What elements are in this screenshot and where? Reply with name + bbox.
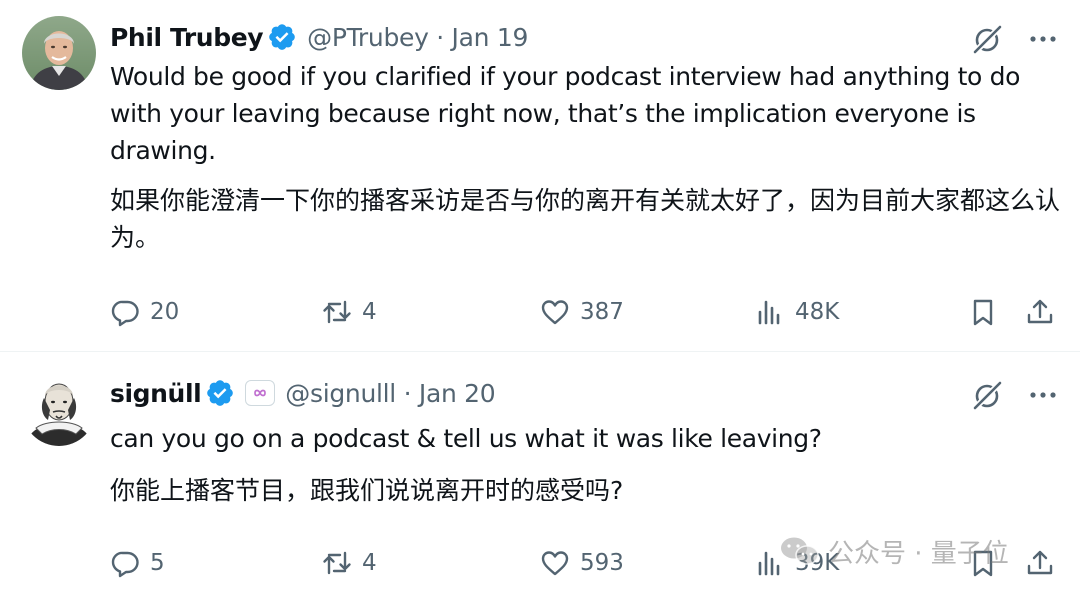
bookmark-button[interactable]	[968, 292, 998, 332]
author-handle[interactable]: @signulll · Jan 20	[285, 379, 495, 408]
retweet-icon	[323, 551, 351, 575]
reply-count: 5	[150, 550, 165, 576]
tweet-text-translation: 如果你能澄清一下你的播客采访是否与你的离开有关就太好了，因为目前大家都这么认为。	[110, 186, 1061, 252]
tweet-top-actions	[970, 22, 1058, 56]
tweet-actions: 20 4 387 48K	[110, 292, 1060, 332]
reply-button[interactable]: 5	[110, 543, 165, 583]
retweet-count: 4	[362, 550, 377, 576]
heart-icon	[541, 551, 569, 576]
tweet-header: Phil Trubey @PTrubey · Jan 19	[110, 20, 528, 54]
avatar[interactable]	[22, 16, 96, 90]
heart-icon	[541, 300, 569, 325]
tweet-header: signüll @signulll · Jan 20	[110, 376, 496, 410]
grok-icon[interactable]	[970, 378, 1004, 412]
share-icon	[1027, 550, 1053, 575]
tweet-text: Would be good if you clarified if your p…	[110, 62, 1021, 165]
tweet[interactable]: Phil Trubey @PTrubey · Jan 19 Would be g…	[0, 0, 1080, 352]
more-options-icon[interactable]	[1028, 380, 1058, 410]
reply-button[interactable]: 20	[110, 292, 179, 332]
bookmark-icon	[973, 299, 993, 326]
author-handle[interactable]: @PTrubey · Jan 19	[307, 23, 528, 52]
avatar[interactable]	[22, 372, 96, 446]
like-count: 387	[580, 299, 624, 325]
affiliation-badge-icon[interactable]	[245, 380, 276, 406]
like-button[interactable]: 387	[540, 292, 624, 332]
reply-icon	[111, 300, 139, 327]
share-button[interactable]	[1025, 543, 1055, 583]
watermark: 公众号 · 量子位	[778, 528, 1009, 574]
verified-badge-icon[interactable]	[267, 22, 297, 52]
tweet-text: can you go on a podcast & tell us what i…	[110, 424, 822, 453]
retweet-count: 4	[362, 299, 377, 325]
reply-count: 20	[150, 299, 180, 325]
tweet-date[interactable]: · Jan 20	[404, 379, 496, 408]
wechat-icon	[781, 537, 819, 565]
views-count: 48K	[795, 299, 840, 325]
reply-icon	[111, 551, 139, 578]
author-name[interactable]: Phil Trubey	[110, 23, 264, 52]
author-name[interactable]: signüll	[110, 379, 202, 408]
retweet-button[interactable]: 4	[322, 292, 377, 332]
verified-badge-icon[interactable]	[205, 378, 235, 408]
views-chart-icon	[758, 300, 780, 325]
watermark-text: 公众号 · 量子位	[828, 538, 1009, 569]
views-button[interactable]: 48K	[755, 292, 839, 332]
retweet-icon	[323, 300, 351, 324]
retweet-button[interactable]: 4	[322, 543, 377, 583]
like-button[interactable]: 593	[540, 543, 624, 583]
tweet-top-actions	[970, 378, 1058, 412]
like-count: 593	[580, 550, 624, 576]
tweet-text-translation: 你能上播客节目，跟我们说说离开时的感受吗?	[110, 476, 624, 505]
more-options-icon[interactable]	[1028, 24, 1058, 54]
tweet-date[interactable]: · Jan 19	[436, 23, 528, 52]
share-button[interactable]	[1025, 292, 1055, 332]
share-icon	[1027, 299, 1053, 324]
grok-icon[interactable]	[970, 22, 1004, 56]
